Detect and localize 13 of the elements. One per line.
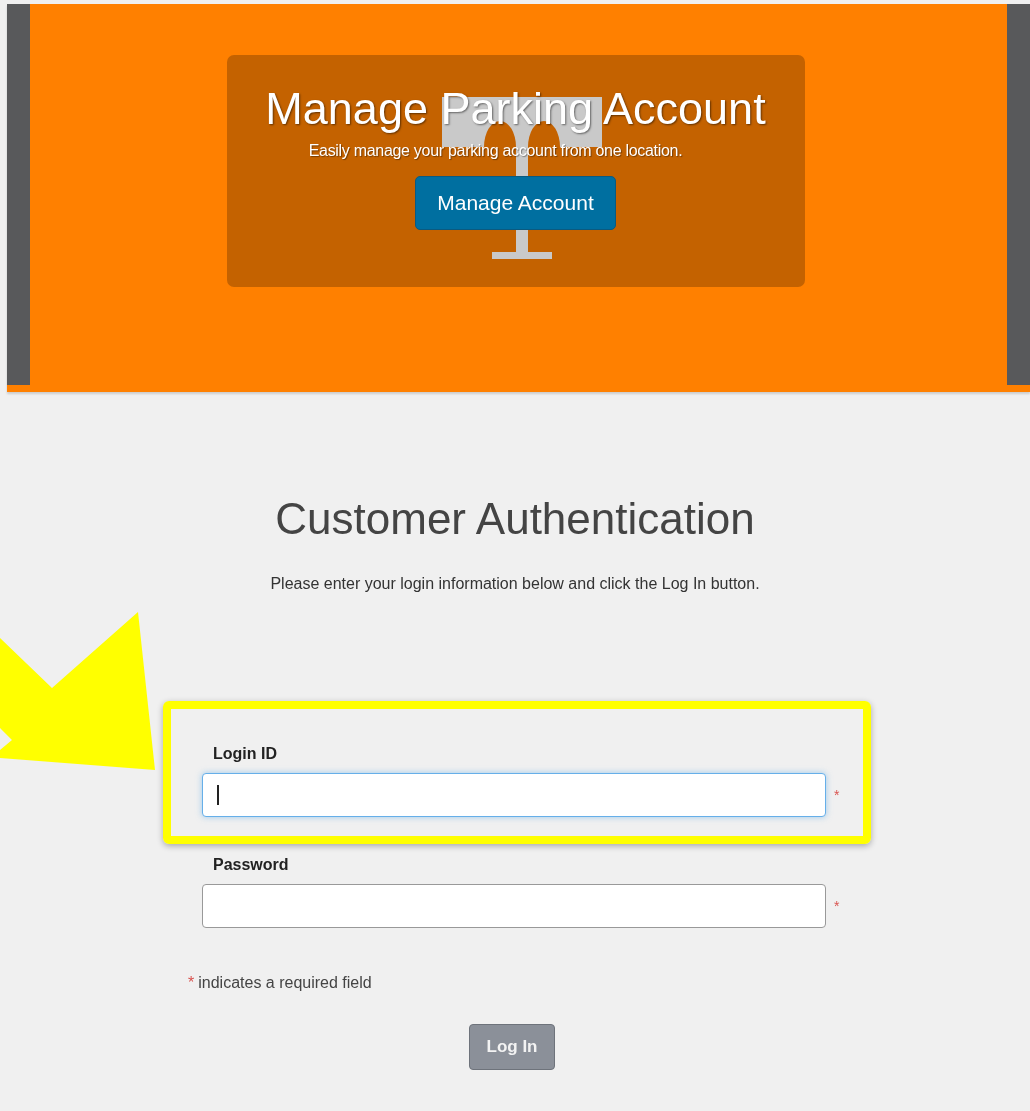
required-note: indicates a required field (198, 974, 372, 992)
required-mark: * (834, 898, 840, 914)
input-field[interactable] (202, 884, 826, 928)
input-field[interactable] (202, 773, 826, 817)
field-label: Login ID (213, 745, 278, 763)
required-mark: * (188, 974, 195, 992)
banner-title: Manage Parking Account (265, 83, 766, 135)
text-cursor-icon (217, 785, 219, 805)
page-title: Customer Authentication (275, 493, 755, 545)
manage-account-button[interactable]: Manage Account (415, 176, 616, 230)
required-mark: * (834, 787, 840, 803)
field-label: Password (213, 856, 290, 874)
instruction-text: Please enter your login information below and click the Log In button. (270, 575, 760, 593)
